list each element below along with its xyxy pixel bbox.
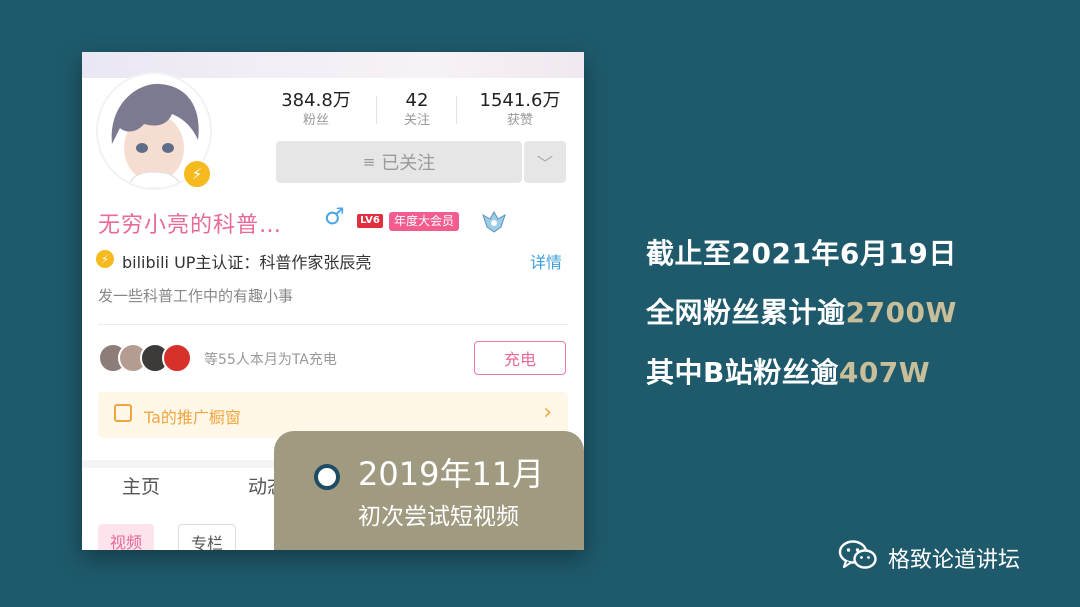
- stat-likes-value: 1541.6万: [479, 90, 561, 111]
- vip-badge[interactable]: 年度大会员: [389, 212, 460, 231]
- stat-fans[interactable]: 384.8万 粉丝: [270, 90, 362, 130]
- chevron-down-icon: ﹀: [536, 154, 553, 173]
- followed-button[interactable]: ≡ 已关注: [276, 141, 522, 183]
- level-badge: LV6: [357, 214, 383, 228]
- followed-button-label: 已关注: [381, 153, 436, 174]
- timeline-dot-icon: [314, 464, 340, 490]
- stat-divider: [456, 96, 457, 124]
- charge-button[interactable]: 充电: [474, 341, 566, 375]
- certified-icon: ⚡: [96, 250, 114, 268]
- bilibili-fans-value: 407W: [838, 356, 931, 389]
- stat-following[interactable]: 42 关注: [371, 90, 463, 130]
- stat-fans-value: 384.8万: [281, 90, 351, 111]
- detail-link[interactable]: 详情: [530, 249, 562, 273]
- more-dropdown-button[interactable]: ﹀: [524, 141, 566, 183]
- wechat-icon: [838, 540, 877, 569]
- timeline-caption: 初次尝试短视频: [358, 504, 519, 530]
- certification-text: bilibili UP主认证：科普作家张辰亮: [122, 253, 372, 272]
- chevron-right-icon: ›: [543, 400, 552, 425]
- shop-icon: [114, 404, 132, 422]
- pendant-icon: [482, 210, 506, 233]
- charger-avatars[interactable]: [98, 343, 198, 373]
- info-line-total-fans: 全网粉丝累计逾2700W: [646, 291, 957, 331]
- male-icon: ♂: [324, 204, 345, 230]
- filter-video[interactable]: 视频: [98, 524, 155, 550]
- tab-home[interactable]: 主页: [122, 472, 160, 499]
- filter-column[interactable]: 专栏: [178, 524, 237, 550]
- stat-likes[interactable]: 1541.6万 获赞: [474, 90, 566, 130]
- signature: 发一些科普工作中的有趣小事: [98, 287, 294, 305]
- menu-lines-icon: ≡: [362, 153, 376, 171]
- info-line-total-fans-text: 全网粉丝累计逾: [646, 296, 846, 329]
- timeline-date: 2019年11月: [358, 455, 545, 493]
- charge-count-text: 等55人本月为TA充电: [204, 352, 337, 368]
- total-fans-value: 2700W: [845, 296, 957, 329]
- brand-name: 格致论道讲坛: [888, 548, 1021, 573]
- username: 无穷小亮的科普…: [98, 213, 283, 238]
- divider: [98, 324, 568, 325]
- shop-label: Ta的推广橱窗: [144, 408, 241, 427]
- info-line-bilibili-fans: 其中B站粉丝逾407W: [646, 351, 930, 391]
- info-line-date: 截止至2021年6月19日: [646, 237, 957, 270]
- avatar: [162, 343, 192, 373]
- lightning-icon: ⚡: [182, 159, 212, 189]
- stat-following-value: 42: [405, 90, 429, 111]
- stat-likes-label: 获赞: [506, 113, 533, 128]
- stat-fans-label: 粉丝: [302, 113, 329, 128]
- stat-following-label: 关注: [403, 113, 430, 128]
- timeline-card: 2019年11月 初次尝试短视频: [274, 431, 584, 550]
- info-line-bilibili-fans-text: 其中B站粉丝逾: [646, 356, 839, 389]
